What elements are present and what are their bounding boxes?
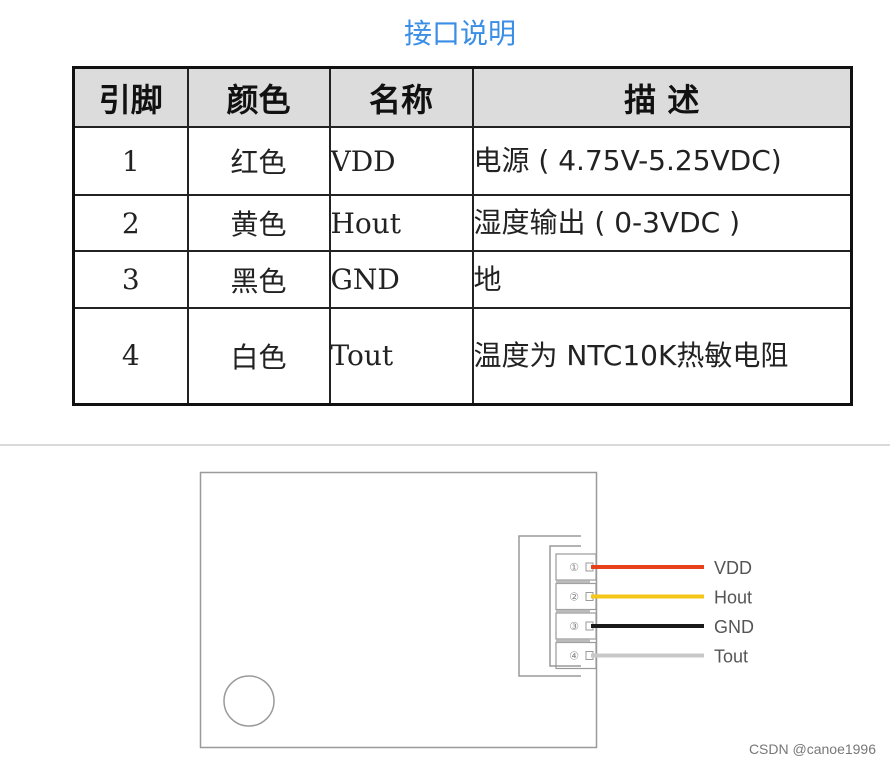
wire-label: Tout bbox=[714, 647, 748, 667]
pin-number-marker: ④ bbox=[569, 650, 579, 663]
cell-name: VDD bbox=[328, 126, 474, 196]
cell-description: 地 bbox=[471, 250, 853, 309]
cell-pin: 3 bbox=[72, 250, 189, 309]
pin-number-marker: ② bbox=[569, 591, 579, 604]
cell-name: GND bbox=[328, 250, 474, 309]
cell-pin: 1 bbox=[72, 126, 189, 196]
section-divider bbox=[0, 444, 890, 446]
cell-description: 湿度输出 ( 0-3VDC ) bbox=[471, 194, 853, 252]
table-header-row: 引脚 颜色 名称 描 述 bbox=[72, 66, 853, 128]
cell-name: Tout bbox=[328, 307, 474, 405]
pin-number-marker: ③ bbox=[569, 620, 579, 633]
wire-label: GND bbox=[714, 617, 754, 637]
cell-pin: 4 bbox=[72, 307, 189, 405]
header-name: 名称 bbox=[328, 66, 474, 128]
watermark: CSDN @canoe1996 bbox=[748, 741, 876, 757]
cell-pin: 2 bbox=[72, 194, 189, 252]
pin-interface-table: 引脚 颜色 名称 描 述 1 红色 VDD 电源 ( 4.75V-5.25VDC… bbox=[72, 66, 853, 406]
cell-color: 红色 bbox=[186, 126, 331, 196]
header-color: 颜色 bbox=[186, 66, 331, 128]
table-row: 3 黑色 GND 地 bbox=[72, 250, 853, 309]
table-row: 2 黄色 Hout 湿度输出 ( 0-3VDC ) bbox=[72, 194, 853, 252]
pcb-board-outline bbox=[199, 471, 598, 749]
wire-label: VDD bbox=[714, 558, 752, 578]
cell-color: 黄色 bbox=[186, 194, 331, 252]
wire-label: Hout bbox=[714, 588, 752, 608]
cell-color: 白色 bbox=[186, 307, 331, 405]
header-pin: 引脚 bbox=[72, 66, 189, 128]
pin-number-marker: ① bbox=[569, 561, 579, 574]
header-description: 描 述 bbox=[471, 66, 853, 128]
sensor-wiring-diagram: ① ② ③ ④ VDD Hout GND Tout bbox=[199, 471, 754, 749]
page-title: 接口说明 bbox=[403, 17, 516, 50]
table-row: 1 红色 VDD 电源 ( 4.75V-5.25VDC) bbox=[72, 126, 853, 196]
cell-color: 黑色 bbox=[186, 250, 331, 309]
table-row: 4 白色 Tout 温度为 NTC10K热敏电阻 bbox=[72, 307, 853, 405]
cell-name: Hout bbox=[328, 194, 474, 252]
cell-description: 电源 ( 4.75V-5.25VDC) bbox=[471, 126, 853, 196]
cell-description: 温度为 NTC10K热敏电阻 bbox=[471, 307, 853, 405]
